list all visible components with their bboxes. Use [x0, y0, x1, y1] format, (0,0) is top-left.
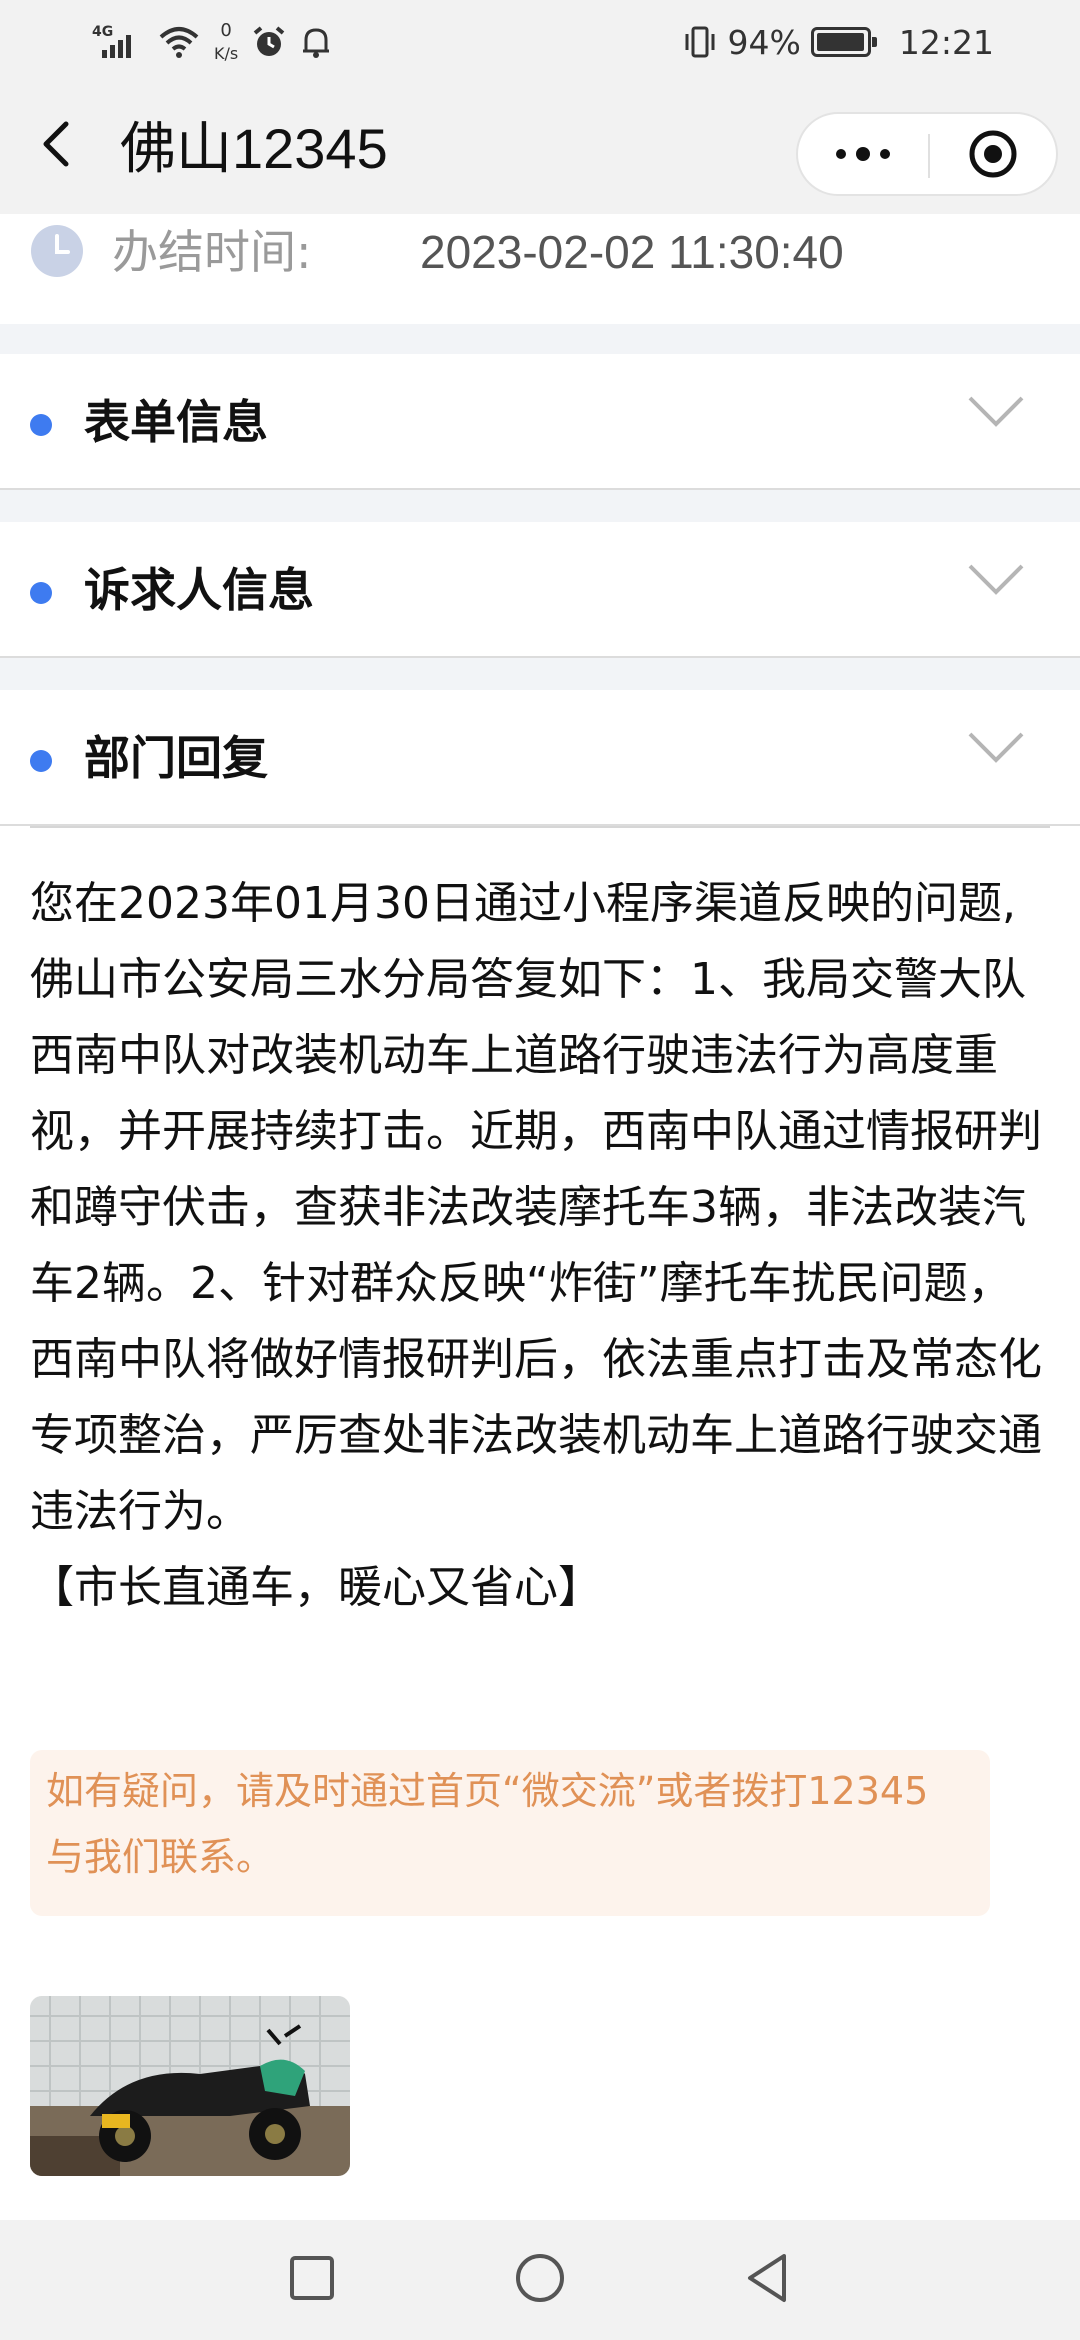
reply-text: 您在2023年01月30日通过小程序渠道反映的问题, 佛山市公安局三水分局答复如… [30, 878, 1042, 1613]
vibrate-icon [685, 26, 715, 58]
miniprogram-capsule [796, 112, 1058, 196]
back-arrow-icon [43, 121, 69, 167]
status-left: 4G 0 K/s [92, 16, 332, 68]
clock-icon [31, 225, 83, 277]
net-speed: 0 K/s [214, 22, 238, 62]
close-miniprogram-button[interactable] [930, 114, 1056, 194]
notification-bell-icon [303, 28, 330, 58]
chevron-down-icon [968, 564, 1024, 595]
clock-time: 12:21 [898, 22, 994, 62]
chevron-down-icon [968, 396, 1024, 427]
net-speed-value: 0 [220, 20, 232, 41]
back-nav-button[interactable] [738, 2248, 798, 2308]
wifi-icon [159, 27, 199, 58]
chevron-down-icon [968, 732, 1024, 763]
target-circle-icon [969, 130, 1017, 178]
section-title: 诉求人信息 [84, 563, 314, 617]
section-petitioner-info[interactable]: 诉求人信息 [0, 522, 1080, 658]
section-bullet [30, 414, 52, 436]
contact-notice: 如有疑问，请及时通过首页“微交流”或者拨打12345与我们联系。 [30, 1750, 990, 1916]
section-form-info[interactable]: 表单信息 [0, 354, 1080, 490]
page-title: 佛山12345 [120, 117, 388, 180]
signal-4g-icon: 4G [92, 22, 144, 62]
square-icon [290, 2256, 334, 2300]
section-department-reply[interactable]: 部门回复 [0, 690, 1080, 826]
recent-apps-button[interactable] [282, 2248, 342, 2308]
notice-text: 如有疑问，请及时通过首页“微交流”或者拨打12345与我们联系。 [46, 1769, 929, 1879]
section-title: 表单信息 [84, 395, 268, 449]
alarm-icon [253, 26, 285, 56]
status-right: 94% 12:21 [682, 16, 994, 68]
section-title: 部门回复 [84, 731, 268, 785]
nav-bar: 佛山12345 [0, 84, 1080, 214]
motorcycle-photo [30, 1996, 350, 2176]
content-scroll[interactable]: 办结时间: 2023-02-02 11:30:40 表单信息 诉求人信息 部门回… [0, 214, 1080, 2220]
back-button[interactable] [30, 114, 86, 174]
battery-icon [810, 27, 877, 57]
divider [30, 826, 1050, 828]
home-button[interactable] [510, 2248, 570, 2308]
attachment-photo[interactable] [30, 1996, 350, 2176]
net-speed-unit: K/s [214, 44, 239, 63]
section-bullet [30, 582, 52, 604]
more-menu-button[interactable] [798, 114, 928, 194]
completion-time-row: 办结时间: 2023-02-02 11:30:40 [0, 214, 1080, 324]
triangle-back-icon [748, 2254, 786, 2302]
battery-percent: 94% [727, 22, 801, 62]
status-bar: 4G 0 K/s 94% 12:21 [0, 0, 1080, 84]
system-nav-bar [0, 2220, 1080, 2340]
completion-time-label: 办结时间: [112, 225, 312, 279]
more-dots-icon [836, 147, 890, 161]
circle-icon [516, 2254, 564, 2302]
completion-time-value: 2023-02-02 11:30:40 [420, 226, 844, 278]
section-bullet [30, 750, 52, 772]
